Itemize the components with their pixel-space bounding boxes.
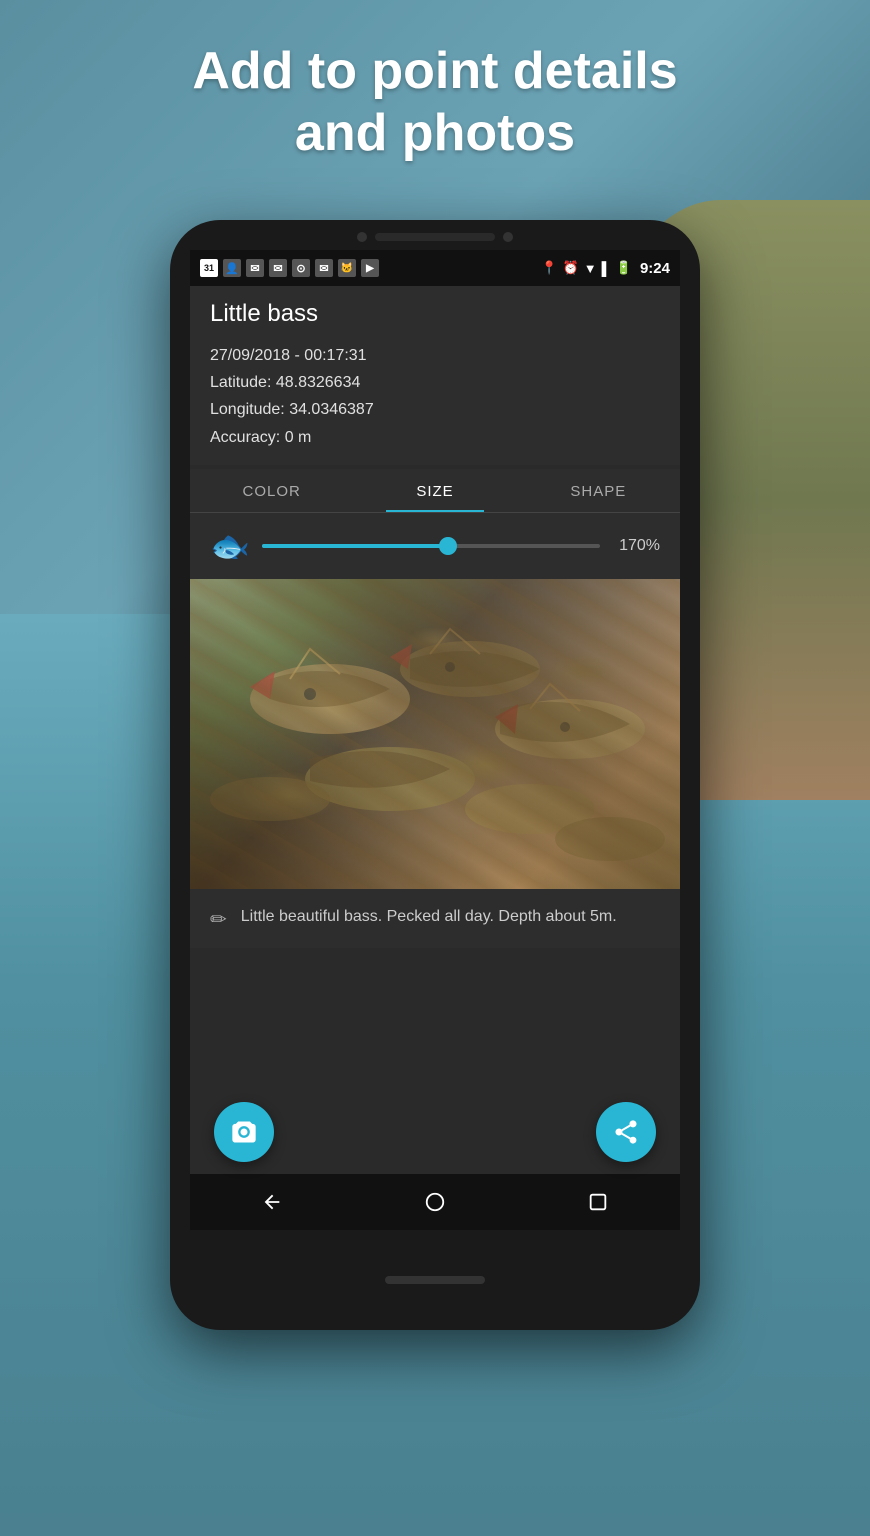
status-alarm-icon: ⏰ <box>563 260 579 276</box>
status-location-icon: 📍 <box>541 260 557 276</box>
recents-icon <box>587 1191 609 1213</box>
back-button[interactable] <box>252 1182 292 1222</box>
status-icons-left: 31 👤 ✉ ✉ ⊙ ✉ 🐱 ▶ <box>200 259 379 277</box>
front-camera <box>357 232 367 242</box>
home-button-bar <box>385 1276 485 1284</box>
status-wifi-icon: ▼ <box>584 261 597 276</box>
status-icon-user: 👤 <box>223 259 241 277</box>
accuracy-label: Accuracy: <box>210 429 280 446</box>
home-icon <box>424 1191 446 1213</box>
point-accuracy: Accuracy: 0 m <box>210 424 660 451</box>
status-bar: 31 👤 ✉ ✉ ⊙ ✉ 🐱 ▶ 📍 ⏰ ▼ ▌ 🔋 9:24 <box>190 250 680 286</box>
latitude-label: Latitude: <box>210 374 271 391</box>
tabs-bar: COLOR SIZE SHAPE <box>190 469 680 513</box>
status-icon-mail3: ✉ <box>315 259 333 277</box>
tab-shape[interactable]: SHAPE <box>517 469 680 512</box>
status-icons-right: 📍 ⏰ ▼ ▌ 🔋 9:24 <box>541 260 670 277</box>
edit-icon: ✏ <box>210 907 227 932</box>
page-header: Add to point detailsand photos <box>0 40 870 165</box>
note-text[interactable]: Little beautiful bass. Pecked all day. D… <box>241 905 660 929</box>
slider-thumb[interactable] <box>439 537 457 555</box>
fish-photo-svg <box>190 579 680 889</box>
status-battery-icon: 🔋 <box>616 260 632 276</box>
status-icon-cat: 🐱 <box>338 259 356 277</box>
size-slider[interactable] <box>262 544 600 548</box>
camera-icon <box>230 1118 258 1146</box>
back-icon <box>261 1191 283 1213</box>
sensor <box>503 232 513 242</box>
accuracy-value: 0 m <box>285 429 312 446</box>
share-fab-button[interactable] <box>596 1102 656 1162</box>
slider-track <box>262 544 600 548</box>
size-control-row: 🐟 170% <box>190 513 680 579</box>
slider-fill <box>262 544 448 548</box>
share-icon <box>612 1118 640 1146</box>
status-signal-icon: ▌ <box>602 261 611 276</box>
recents-button[interactable] <box>578 1182 618 1222</box>
point-title: Little bass <box>210 300 660 328</box>
tab-size[interactable]: SIZE <box>353 469 516 512</box>
latitude-value: 48.8326634 <box>276 374 361 391</box>
phone-screen: 31 👤 ✉ ✉ ⊙ ✉ 🐱 ▶ 📍 ⏰ ▼ ▌ 🔋 9:24 Little b… <box>190 250 680 1230</box>
longitude-label: Longitude: <box>210 401 285 418</box>
status-icon-calendar: 31 <box>200 259 218 277</box>
point-datetime: 27/09/2018 - 00:17:31 <box>210 342 660 369</box>
status-icon-mail2: ✉ <box>269 259 287 277</box>
status-icon-circle: ⊙ <box>292 259 310 277</box>
speaker <box>375 233 495 241</box>
fish-photo <box>190 579 680 889</box>
note-row: ✏ Little beautiful bass. Pecked all day.… <box>190 889 680 948</box>
status-icon-play: ▶ <box>361 259 379 277</box>
status-time: 9:24 <box>640 260 670 277</box>
point-info-section: Little bass 27/09/2018 - 00:17:31 Latitu… <box>190 286 680 465</box>
size-value: 170% <box>612 537 660 555</box>
tab-color[interactable]: COLOR <box>190 469 353 512</box>
fish-icon: 🐟 <box>210 527 250 565</box>
camera-fab-button[interactable] <box>214 1102 274 1162</box>
phone-top-bezel <box>170 220 700 242</box>
point-latitude: Latitude: 48.8326634 <box>210 369 660 396</box>
longitude-value: 34.0346387 <box>289 401 374 418</box>
navigation-bar <box>190 1174 680 1230</box>
home-button[interactable] <box>415 1182 455 1222</box>
point-longitude: Longitude: 34.0346387 <box>210 396 660 423</box>
phone-frame: 31 👤 ✉ ✉ ⊙ ✉ 🐱 ▶ 📍 ⏰ ▼ ▌ 🔋 9:24 Little b… <box>170 220 700 1330</box>
phone-bottom-bezel <box>385 1230 485 1330</box>
status-icon-mail1: ✉ <box>246 259 264 277</box>
point-details: 27/09/2018 - 00:17:31 Latitude: 48.83266… <box>210 342 660 451</box>
